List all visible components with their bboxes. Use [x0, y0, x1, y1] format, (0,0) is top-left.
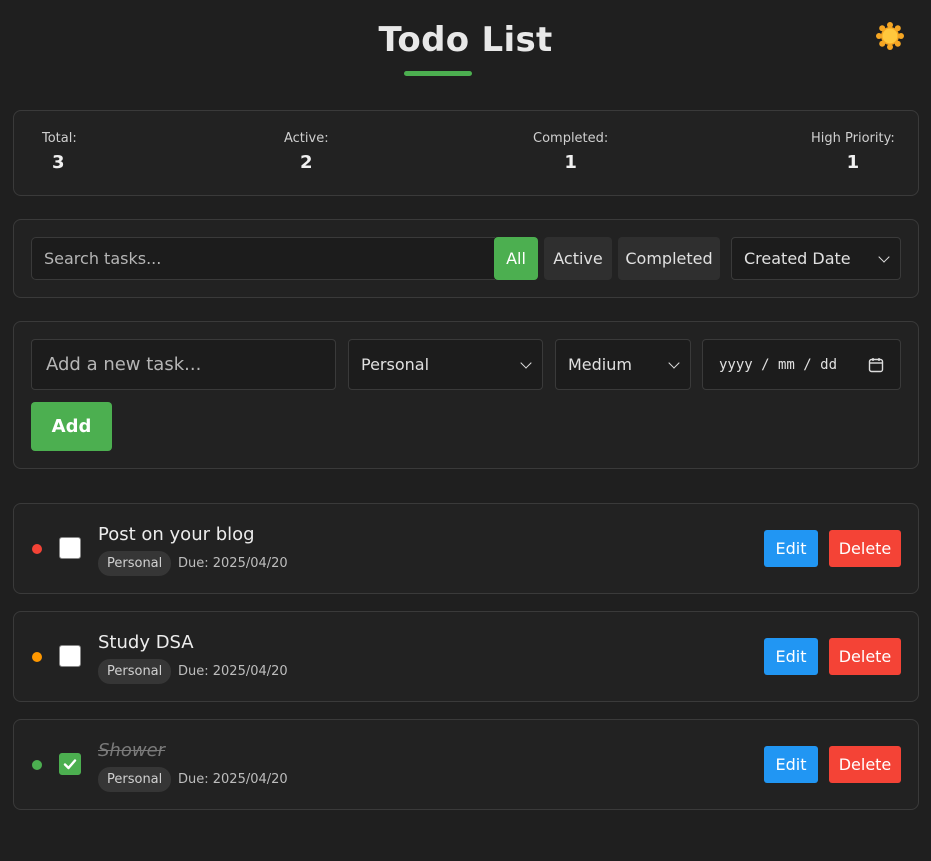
task-checkbox[interactable]: [59, 753, 81, 775]
stat-total: Total: 3: [42, 131, 77, 173]
priority-indicator: [32, 652, 42, 662]
stat-label: Completed:: [533, 131, 609, 146]
add-task-panel: Personal Medium yyyy / mm / dd Add: [13, 321, 919, 469]
stat-active: Active: 2: [284, 131, 329, 173]
task-item: Shower Personal Due: 2025/04/20 Edit Del…: [13, 719, 919, 810]
category-badge: Personal: [98, 767, 172, 792]
sort-select-value: Created Date: [744, 249, 851, 268]
chevron-down-icon: [668, 356, 680, 369]
sort-select[interactable]: Created Date: [731, 237, 901, 280]
title-underline: [404, 71, 472, 76]
delete-button[interactable]: Delete: [829, 638, 901, 675]
stat-value: 1: [846, 152, 860, 173]
filter-all-button[interactable]: All: [494, 237, 538, 280]
task-item: Post on your blog Personal Due: 2025/04/…: [13, 503, 919, 594]
sun-icon: [876, 22, 904, 50]
date-placeholder: yyyy / mm / dd: [719, 356, 838, 373]
stat-label: High Priority:: [811, 131, 895, 146]
due-date: Due: 2025/04/20: [178, 772, 288, 787]
due-date: Due: 2025/04/20: [178, 556, 288, 571]
due-date-input[interactable]: yyyy / mm / dd: [702, 339, 901, 390]
stat-high-priority: High Priority: 1: [811, 131, 895, 173]
edit-button[interactable]: Edit: [764, 530, 818, 567]
due-date: Due: 2025/04/20: [178, 664, 288, 679]
edit-button[interactable]: Edit: [764, 746, 818, 783]
delete-button[interactable]: Delete: [829, 746, 901, 783]
category-badge: Personal: [98, 551, 172, 576]
calendar-icon[interactable]: [868, 357, 884, 373]
category-select[interactable]: Personal: [348, 339, 543, 390]
task-title: Study DSA: [98, 632, 194, 653]
edit-button[interactable]: Edit: [764, 638, 818, 675]
chevron-down-icon: [520, 356, 532, 369]
task-item: Study DSA Personal Due: 2025/04/20 Edit …: [13, 611, 919, 702]
priority-indicator: [32, 760, 42, 770]
filter-panel: All Active Completed Created Date: [13, 219, 919, 298]
task-title: Shower: [98, 740, 166, 761]
priority-select-value: Medium: [568, 355, 632, 374]
task-checkbox[interactable]: [59, 645, 81, 667]
stat-label: Active:: [284, 131, 329, 146]
header: Todo List: [0, 0, 931, 100]
stats-panel: Total: 3 Active: 2 Completed: 1 High Pri…: [13, 110, 919, 196]
filter-completed-button[interactable]: Completed: [618, 237, 720, 280]
filter-active-button[interactable]: Active: [544, 237, 612, 280]
chevron-down-icon: [878, 250, 890, 263]
stat-value: 1: [564, 152, 577, 173]
new-task-input[interactable]: [31, 339, 336, 390]
category-badge: Personal: [98, 659, 172, 684]
task-checkbox[interactable]: [59, 537, 81, 559]
priority-indicator: [32, 544, 42, 554]
priority-select[interactable]: Medium: [555, 339, 691, 390]
add-task-button[interactable]: Add: [31, 402, 112, 451]
category-select-value: Personal: [361, 355, 430, 374]
task-title: Post on your blog: [98, 524, 255, 545]
stat-value: 2: [300, 152, 313, 173]
stat-value: 3: [52, 152, 65, 173]
search-input[interactable]: [31, 237, 495, 280]
page-title: Todo List: [378, 20, 553, 60]
stat-completed: Completed: 1: [533, 131, 608, 173]
stat-label: Total:: [42, 131, 77, 146]
theme-toggle-button[interactable]: [875, 21, 905, 51]
delete-button[interactable]: Delete: [829, 530, 901, 567]
checkmark-icon: [63, 759, 77, 770]
